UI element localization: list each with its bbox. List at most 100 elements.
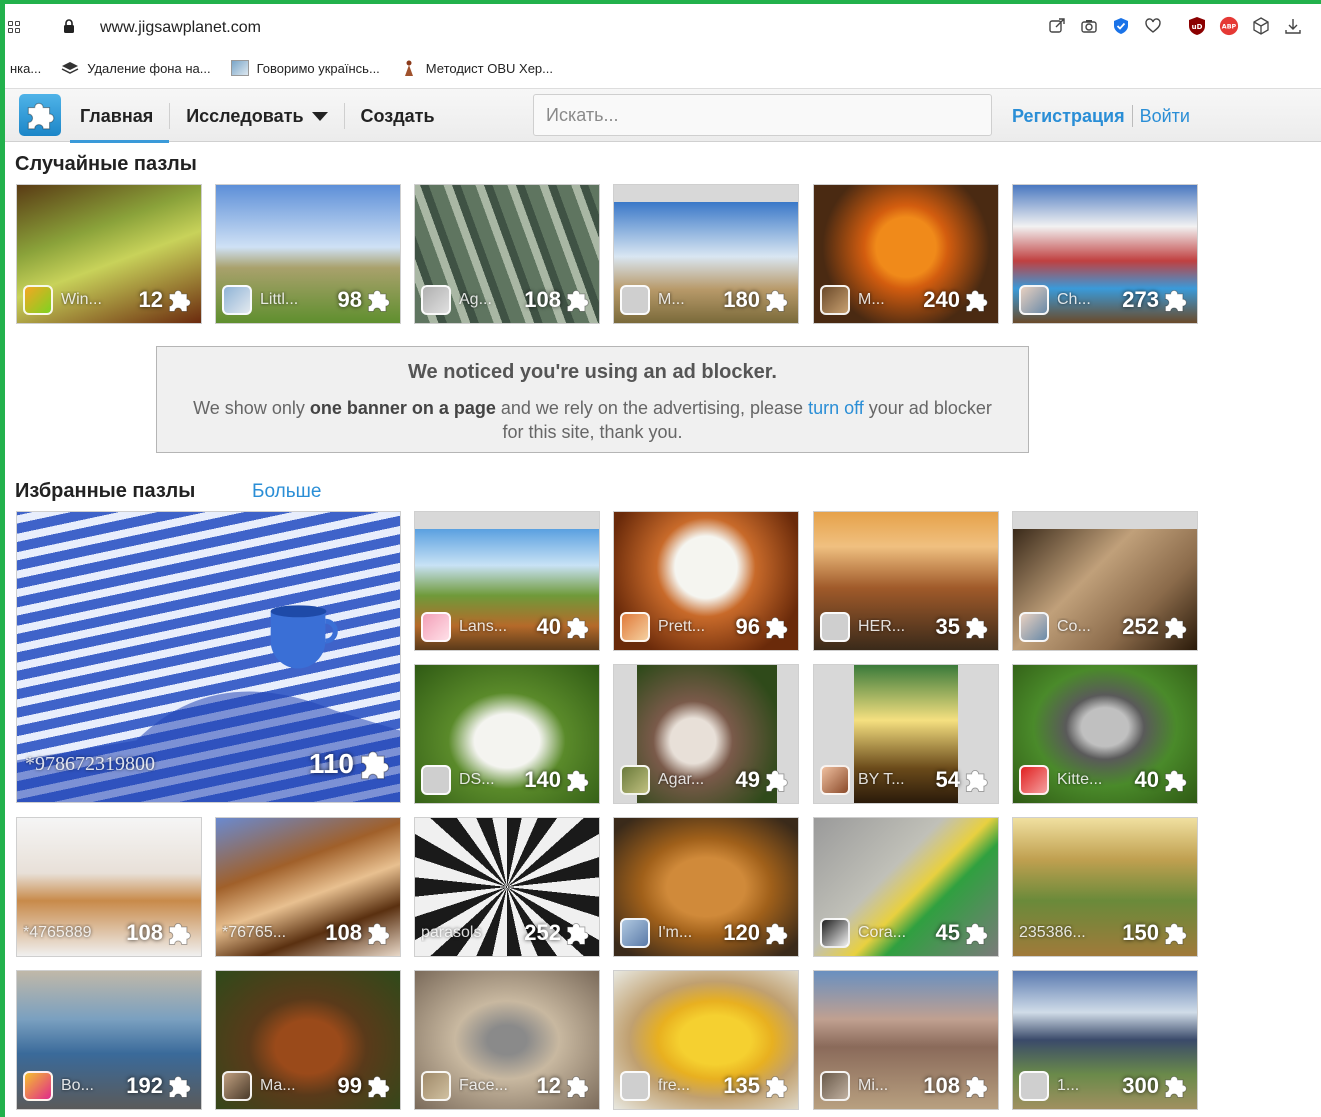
puzzle-tile-featured[interactable]: Cora... 45 xyxy=(813,817,999,957)
extensions-cube-icon[interactable] xyxy=(1251,16,1271,36)
puzzle-name: Prett... xyxy=(658,618,706,635)
puzzle-caption: Kitte... 40 xyxy=(1019,765,1189,795)
author-avatar[interactable] xyxy=(1019,285,1049,315)
author-avatar[interactable] xyxy=(222,1071,252,1101)
jigsawplanet-logo[interactable] xyxy=(19,94,61,136)
puzzle-name: *76765... xyxy=(222,924,287,941)
nav-home-label: Главная xyxy=(80,105,154,126)
nav-explore[interactable]: Исследовать xyxy=(170,89,343,143)
apps-grid-icon[interactable] xyxy=(8,21,20,33)
puzzle-tile-featured[interactable]: 1... 300 xyxy=(1012,970,1198,1110)
more-link[interactable]: Больше xyxy=(252,481,321,503)
puzzle-piece-icon xyxy=(1161,613,1189,641)
nav-home[interactable]: Главная xyxy=(64,89,170,143)
puzzle-tile-featured[interactable]: Lans... 40 xyxy=(414,511,600,651)
piece-count: 12 xyxy=(536,1073,561,1098)
adblock-text: We show only xyxy=(193,398,310,418)
author-avatar[interactable] xyxy=(620,285,650,315)
adblock-body: We show only one banner on a page and we… xyxy=(193,396,993,444)
puzzle-tile-featured[interactable]: Prett... 96 xyxy=(613,511,799,651)
piece-count: 273 xyxy=(1122,287,1159,312)
puzzle-tile-featured[interactable]: 235386... 150 xyxy=(1012,817,1198,957)
author-avatar[interactable] xyxy=(620,765,650,795)
author-avatar[interactable] xyxy=(1019,612,1049,642)
piece-count: 35 xyxy=(935,614,960,639)
site-thumbnail-icon xyxy=(230,60,249,76)
bookmark-item[interactable]: Говоримо українсь... xyxy=(230,60,380,76)
nav-create[interactable]: Создать xyxy=(345,89,451,143)
bookmark-item[interactable]: Методист OBU Хер... xyxy=(400,60,553,76)
ublock-icon[interactable]: uD xyxy=(1187,16,1207,36)
author-avatar[interactable] xyxy=(620,918,650,948)
puzzle-name: Win... xyxy=(61,291,102,308)
download-icon[interactable] xyxy=(1283,16,1303,36)
puzzle-caption: fre... 135 xyxy=(620,1071,790,1101)
adblock-bold-text: one banner on a page xyxy=(309,398,496,418)
author-avatar[interactable] xyxy=(421,1071,451,1101)
puzzle-tile-featured[interactable]: Agar... 49 xyxy=(613,664,799,804)
puzzle-name: fre... xyxy=(658,1077,691,1094)
puzzle-piece-icon xyxy=(165,919,193,947)
piece-count: 108 xyxy=(923,1073,960,1098)
puzzle-tile-featured[interactable]: Kitte... 40 xyxy=(1012,664,1198,804)
puzzle-tile-random[interactable]: M... 240 xyxy=(813,184,999,324)
puzzle-tile-random[interactable]: M... 180 xyxy=(613,184,799,324)
search-input[interactable] xyxy=(533,94,992,136)
puzzle-caption: Win... 12 xyxy=(23,285,193,315)
author-avatar[interactable] xyxy=(222,285,252,315)
puzzle-tile-featured[interactable]: Co... 252 xyxy=(1012,511,1198,651)
author-avatar[interactable] xyxy=(421,765,451,795)
author-avatar[interactable] xyxy=(820,285,850,315)
puzzle-tile-featured-big[interactable]: *978672319800 110 xyxy=(16,511,401,803)
puzzle-name: 1... xyxy=(1057,1077,1080,1094)
puzzle-tile-featured[interactable]: HER... 35 xyxy=(813,511,999,651)
adblock-plus-icon[interactable]: ABP xyxy=(1219,16,1239,36)
share-icon[interactable] xyxy=(1047,16,1067,36)
author-avatar[interactable] xyxy=(820,918,850,948)
puzzle-tile-random[interactable]: Littl... 98 xyxy=(215,184,401,324)
shield-check-icon[interactable] xyxy=(1111,16,1131,36)
turn-off-link[interactable]: turn off xyxy=(808,398,864,418)
address-bar-url[interactable]: www.jigsawplanet.com xyxy=(100,19,261,37)
puzzle-tile-featured[interactable]: Ma... 99 xyxy=(215,970,401,1110)
puzzle-tile-featured[interactable]: parasols 252 xyxy=(414,817,600,957)
puzzle-tile-featured[interactable]: *76765... 108 xyxy=(215,817,401,957)
author-avatar[interactable] xyxy=(421,285,451,315)
puzzle-tile-featured[interactable]: DS... 140 xyxy=(414,664,600,804)
author-avatar[interactable] xyxy=(820,612,850,642)
puzzle-caption: HER... 35 xyxy=(820,612,990,642)
piece-count: 45 xyxy=(935,920,960,945)
puzzle-tile-featured[interactable]: Face... 12 xyxy=(414,970,600,1110)
author-avatar[interactable] xyxy=(421,612,451,642)
puzzle-tile-featured[interactable]: I'm... 120 xyxy=(613,817,799,957)
author-avatar[interactable] xyxy=(23,285,53,315)
puzzle-tile-featured[interactable]: *4765889 108 xyxy=(16,817,202,957)
puzzle-tile-featured[interactable]: fre... 135 xyxy=(613,970,799,1110)
puzzle-tile-random[interactable]: Ch... 273 xyxy=(1012,184,1198,324)
puzzle-caption: *76765... 108 xyxy=(222,918,392,948)
puzzle-name: Face... xyxy=(459,1077,508,1094)
author-avatar[interactable] xyxy=(620,612,650,642)
puzzle-tile-featured[interactable]: Bo... 192 xyxy=(16,970,202,1110)
piece-count: 98 xyxy=(337,287,362,312)
register-link[interactable]: Регистрация xyxy=(1012,106,1125,127)
heart-icon[interactable] xyxy=(1143,16,1163,36)
puzzle-tile-featured[interactable]: BY T... 54 xyxy=(813,664,999,804)
author-avatar[interactable] xyxy=(1019,1071,1049,1101)
layers-icon xyxy=(61,62,79,74)
login-link[interactable]: Войти xyxy=(1140,106,1190,127)
puzzle-tile-featured[interactable]: Mi... 108 xyxy=(813,970,999,1110)
author-avatar[interactable] xyxy=(620,1071,650,1101)
camera-icon[interactable] xyxy=(1079,16,1099,36)
author-avatar[interactable] xyxy=(820,765,850,795)
bookmark-item[interactable]: Удаление фона на... xyxy=(61,60,211,76)
author-avatar[interactable] xyxy=(23,1071,53,1101)
author-avatar[interactable] xyxy=(820,1071,850,1101)
puzzle-tile-random[interactable]: Ag... 108 xyxy=(414,184,600,324)
author-avatar[interactable] xyxy=(1019,765,1049,795)
puzzle-tile-random[interactable]: Win... 12 xyxy=(16,184,202,324)
bookmark-item[interactable]: нка... xyxy=(10,61,41,76)
puzzle-piece-icon xyxy=(962,766,990,794)
puzzle-piece-icon xyxy=(563,286,591,314)
puzzle-piece-icon xyxy=(563,1072,591,1100)
